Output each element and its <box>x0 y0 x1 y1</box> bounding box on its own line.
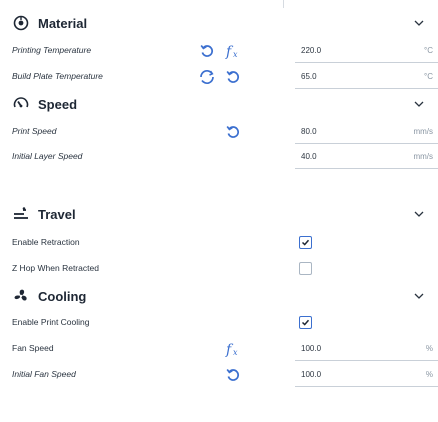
chevron-down-icon[interactable] <box>412 97 426 111</box>
travel-icon <box>12 205 30 223</box>
setting-row-enable-print-cooling: Enable Print Cooling <box>12 311 438 337</box>
field-unit: °C <box>424 72 433 81</box>
setting-label: Build Plate Temperature <box>12 71 103 81</box>
setting-label: Printing Temperature <box>12 45 92 55</box>
section-title-travel: Travel <box>38 206 76 222</box>
print-speed-field[interactable]: 80.0 mm/s <box>295 121 438 144</box>
previous-field-edge <box>283 0 432 8</box>
setting-row-initial-fan-speed: Initial Fan Speed 100.0 % <box>12 363 438 389</box>
material-icon <box>12 14 30 32</box>
svg-text:x: x <box>233 50 238 59</box>
setting-row-z-hop-when-retracted: Z Hop When Retracted <box>12 257 438 283</box>
z-hop-checkbox[interactable] <box>299 262 312 275</box>
field-unit: mm/s <box>413 152 433 161</box>
section-header-cooling[interactable]: Cooling <box>12 283 432 309</box>
setting-row-enable-retraction: Enable Retraction <box>12 231 438 257</box>
setting-label: Z Hop When Retracted <box>12 263 99 273</box>
reset-icon[interactable] <box>224 68 242 86</box>
field-value: 40.0 <box>301 152 317 161</box>
reset-icon[interactable] <box>224 366 242 384</box>
chevron-down-icon[interactable] <box>412 16 426 30</box>
field-value: 100.0 <box>301 344 322 353</box>
field-unit: % <box>425 370 433 379</box>
section-title-speed: Speed <box>38 96 78 112</box>
section-title-cooling: Cooling <box>38 288 87 304</box>
setting-label: Initial Layer Speed <box>12 151 83 161</box>
build-plate-temperature-field[interactable]: 65.0 °C <box>295 66 438 89</box>
printing-temperature-field[interactable]: 220.0 °C <box>295 40 438 63</box>
section-title-material: Material <box>38 15 88 31</box>
function-icon[interactable]: fx <box>224 340 242 358</box>
chevron-down-icon[interactable] <box>412 289 426 303</box>
setting-label: Enable Print Cooling <box>12 317 90 327</box>
field-value: 100.0 <box>301 370 322 379</box>
field-value: 80.0 <box>301 127 317 136</box>
setting-row-printing-temperature: Printing Temperature fx 220.0 °C <box>12 39 438 65</box>
setting-row-build-plate-temperature: Build Plate Temperature 65.0 °C <box>12 65 438 91</box>
setting-label: Print Speed <box>12 126 57 136</box>
field-unit: % <box>425 344 433 353</box>
setting-row-initial-layer-speed: Initial Layer Speed 40.0 mm/s <box>12 145 438 171</box>
field-value: 65.0 <box>301 72 317 81</box>
setting-label: Fan Speed <box>12 343 54 353</box>
speedometer-icon <box>12 95 30 113</box>
section-header-material[interactable]: Material <box>12 10 432 36</box>
reset-icon[interactable] <box>198 42 216 60</box>
fan-icon <box>12 287 30 305</box>
enable-print-cooling-checkbox[interactable] <box>299 316 312 329</box>
section-header-speed[interactable]: Speed <box>12 91 432 117</box>
field-unit: mm/s <box>413 127 433 136</box>
reset-icon[interactable] <box>224 123 242 141</box>
chevron-down-icon[interactable] <box>412 207 426 221</box>
linked-settings-icon[interactable] <box>198 68 216 86</box>
settings-panel: Material Printing Temperature fx 220.0 °… <box>0 0 438 422</box>
setting-row-fan-speed: Fan Speed fx 100.0 % <box>12 337 438 363</box>
enable-retraction-checkbox[interactable] <box>299 236 312 249</box>
initial-layer-speed-field[interactable]: 40.0 mm/s <box>295 146 438 169</box>
setting-row-print-speed: Print Speed 80.0 mm/s <box>12 120 438 146</box>
fan-speed-field[interactable]: 100.0 % <box>295 338 438 361</box>
setting-label: Initial Fan Speed <box>12 369 76 379</box>
field-value: 220.0 <box>301 46 322 55</box>
initial-fan-speed-field[interactable]: 100.0 % <box>295 364 438 387</box>
section-header-travel[interactable]: Travel <box>12 201 432 227</box>
svg-text:x: x <box>233 348 238 357</box>
setting-label: Enable Retraction <box>12 237 80 247</box>
field-unit: °C <box>424 46 433 55</box>
function-icon[interactable]: fx <box>224 42 242 60</box>
